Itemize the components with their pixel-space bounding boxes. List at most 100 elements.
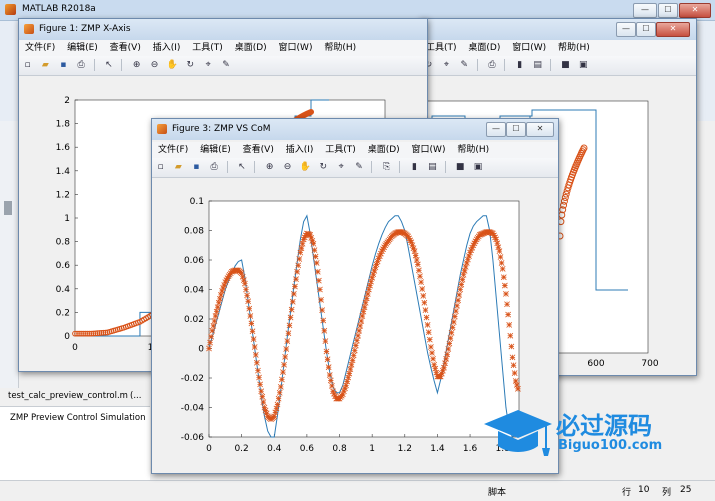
brush-icon[interactable]: ✎ [354,162,365,173]
datatip-icon[interactable]: ⌖ [441,60,452,71]
select-arrow-icon[interactable]: ↖ [103,60,114,71]
zoom-out-icon[interactable]: ⊖ [149,60,160,71]
fig3-xtick-label: 1.2 [398,444,412,454]
zoom-in-icon[interactable]: ⊕ [131,60,142,71]
fig3-com-marker [244,292,250,299]
fig3-com-marker [208,333,215,340]
fig3-menu-view[interactable]: 查看(V) [243,142,274,158]
fig1-menu-desktop[interactable]: 桌面(D) [235,40,267,56]
fig3-com-marker [273,405,280,412]
colorbar-icon[interactable]: ▮ [514,60,525,71]
matlab-minimize-button[interactable]: — [633,3,657,18]
pan-hand-icon[interactable]: ✋ [300,162,311,173]
fig3-com-marker [454,302,460,309]
fig3-menu-tools[interactable]: 工具(T) [325,142,356,158]
matlab-logo-icon [5,4,16,15]
fig2-minimize-button[interactable]: — [616,22,636,37]
fig3-com-marker [441,364,447,371]
zoom-out-icon[interactable]: ⊖ [282,162,293,173]
fig3-menu-help[interactable]: 帮助(H) [457,142,489,158]
rotate-icon[interactable]: ↻ [318,162,329,173]
fig3-close-button[interactable]: ✕ [526,122,554,137]
fig3-com-marker [512,378,519,384]
show-plot-tools-icon[interactable]: ▣ [473,162,484,173]
colorbar-icon[interactable]: ▮ [409,162,420,173]
datatip-icon[interactable]: ⌖ [203,60,214,71]
fig1-menu-tools[interactable]: 工具(T) [192,40,223,56]
fig3-ytick-label: -0.06 [181,433,205,443]
fig3-com-marker [446,340,453,347]
fig2-close-button[interactable]: ✕ [656,22,690,37]
fig3-com-marker [428,344,434,350]
new-figure-icon[interactable]: ▫ [22,60,33,71]
print-icon[interactable]: ⎙ [487,60,498,71]
rotate-icon[interactable]: ↻ [185,60,196,71]
fig3-com-marker [283,346,290,352]
zoom-in-icon[interactable]: ⊕ [264,162,275,173]
save-icon[interactable]: ▪ [191,162,202,173]
fig3-com-marker [495,244,502,251]
fig2-maximize-button[interactable]: ☐ [636,22,656,37]
fig1-menu-view[interactable]: 查看(V) [110,40,141,56]
fig3-com-marker [289,298,296,305]
fig1-menu-file[interactable]: 文件(F) [25,40,55,56]
fig3-menu-edit[interactable]: 编辑(E) [200,142,231,158]
fig2-menu-help[interactable]: 帮助(H) [558,40,590,56]
fig3-menu-insert[interactable]: 插入(I) [286,142,314,158]
toolbar-separator [121,59,123,71]
fig3-com-marker [418,279,424,286]
fig1-menubar: 文件(F) 编辑(E) 查看(V) 插入(I) 工具(T) 桌面(D) 窗口(W… [19,40,427,56]
open-file-icon[interactable]: ▰ [40,60,51,71]
editor-tab[interactable]: test_calc_preview_control.m [8,391,128,401]
fig3-com-marker [215,299,222,306]
show-plot-tools-icon[interactable]: ▣ [578,60,589,71]
hide-plot-tools-icon[interactable]: ■ [455,162,466,173]
legend-icon[interactable]: ▤ [532,60,543,71]
pan-hand-icon[interactable]: ✋ [167,60,178,71]
fig3-menu-window[interactable]: 窗口(W) [412,142,446,158]
fig2-menu-tools[interactable]: 工具(T) [426,40,457,56]
fig3-menu-file[interactable]: 文件(F) [158,142,188,158]
hide-plot-tools-icon[interactable]: ■ [560,60,571,71]
fig3-com-marker [216,295,223,302]
print-icon[interactable]: ⎙ [76,60,87,71]
fig3-com-marker [444,351,451,358]
fig3-com-marker [361,304,368,311]
fig1-xtick-label: 0 [72,343,78,353]
fig3-com-marker [414,261,421,268]
fig3-com-marker [214,304,221,311]
fig3-maximize-button[interactable]: ☐ [506,122,526,137]
matlab-maximize-button[interactable]: ☐ [658,3,678,18]
fig2-menu-desktop[interactable]: 桌面(D) [468,40,500,56]
watermark-brand: 必过源码 [556,412,652,440]
link-plot-icon[interactable]: ⎘ [381,162,392,173]
open-file-icon[interactable]: ▰ [173,162,184,173]
new-figure-icon[interactable]: ▫ [155,162,166,173]
fig1-menu-insert[interactable]: 插入(I) [153,40,181,56]
fig1-menu-edit[interactable]: 编辑(E) [67,40,98,56]
brush-icon[interactable]: ✎ [221,60,232,71]
fig3-com-marker [425,329,432,336]
fig3-menu-desktop[interactable]: 桌面(D) [368,142,400,158]
fig3-minimize-button[interactable]: — [486,122,506,137]
print-icon[interactable]: ⎙ [209,162,220,173]
figure-1-titlebar: Figure 1: ZMP X-Axis [19,19,427,40]
fig1-menu-window[interactable]: 窗口(W) [279,40,313,56]
fig1-menu-help[interactable]: 帮助(H) [324,40,356,56]
fig2-menu-window[interactable]: 窗口(W) [512,40,546,56]
fig1-ytick-label: 1.6 [56,143,71,153]
matlab-close-button[interactable]: ✕ [679,3,711,18]
panel-collapse-icon[interactable] [4,201,12,215]
fig3-com-marker [364,291,371,297]
fig3-com-marker [457,286,464,293]
fig2-menubar: 文件(F) 工具(T) 桌面(D) 窗口(W) 帮助(H) [420,40,696,56]
brush-icon[interactable]: ✎ [459,60,470,71]
fig3-com-marker [423,314,430,321]
select-arrow-icon[interactable]: ↖ [236,162,247,173]
fig3-com-marker [318,296,324,303]
datatip-icon[interactable]: ⌖ [336,162,347,173]
legend-icon[interactable]: ▤ [427,162,438,173]
save-icon[interactable]: ▪ [58,60,69,71]
editor-tab-more[interactable]: (... [130,391,141,401]
command-output: ZMP Preview Control Simulation [10,413,146,423]
